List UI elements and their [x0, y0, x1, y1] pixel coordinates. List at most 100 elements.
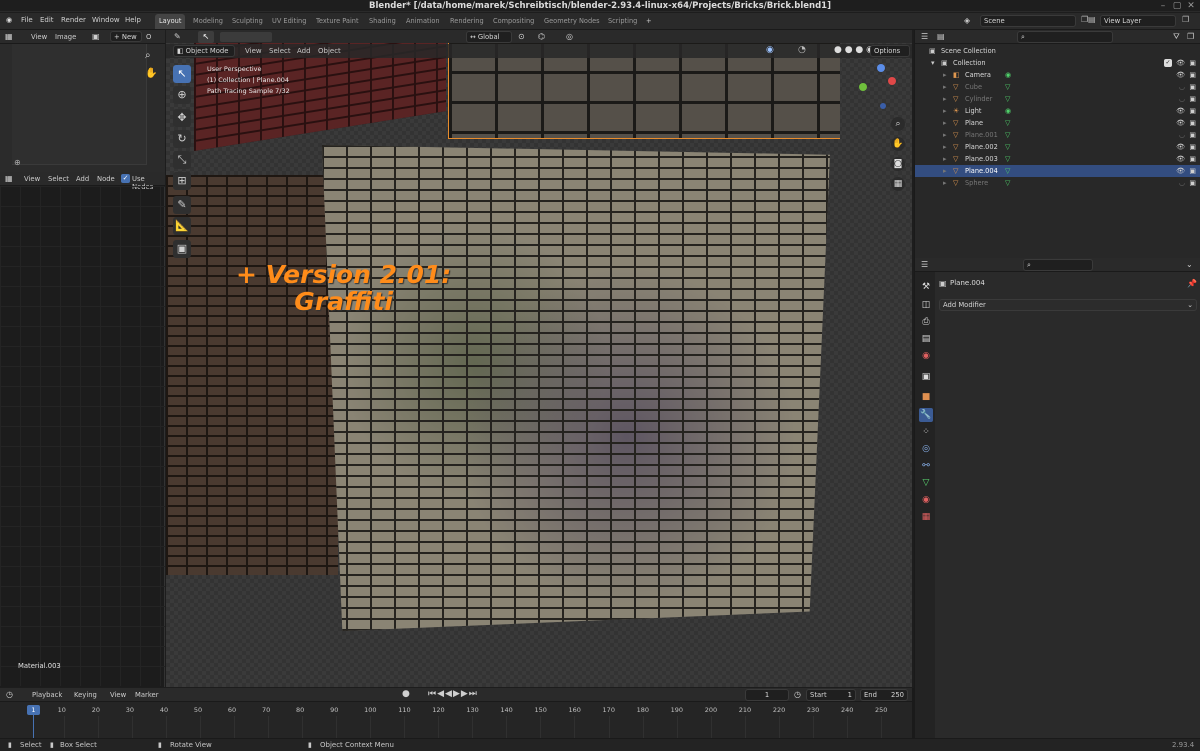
chevron-right-icon[interactable]: ▸	[943, 177, 947, 189]
render-tab-icon[interactable]: ◫	[919, 298, 933, 312]
select-box-icon[interactable]: ↖	[198, 31, 214, 43]
tab-compositing[interactable]: Compositing	[489, 14, 538, 29]
new-collection-icon[interactable]: ❐	[1187, 32, 1194, 41]
display-mode-icon[interactable]: ▤	[937, 32, 945, 41]
render-icon[interactable]: ▣	[1189, 129, 1196, 141]
axis-neg-z-icon[interactable]	[880, 103, 886, 109]
chevron-right-icon[interactable]: ▸	[943, 141, 947, 153]
view-layer-icon[interactable]: ▤	[1088, 15, 1096, 24]
editor-type-icon[interactable]: ☰	[921, 32, 928, 41]
menu-render[interactable]: Render	[61, 16, 86, 24]
navigation-gizmo[interactable]	[856, 63, 906, 113]
eye-closed-icon[interactable]: ◡	[1179, 93, 1185, 105]
data-tab-icon[interactable]: ▽	[919, 476, 933, 490]
timeline-menu-keying[interactable]: Keying	[74, 691, 97, 699]
eye-closed-icon[interactable]: ◡	[1179, 81, 1185, 93]
viewport-menu-object[interactable]: Object	[318, 47, 341, 55]
particles-tab-icon[interactable]: ⁘	[919, 425, 933, 439]
tab-scripting[interactable]: Scripting	[604, 14, 641, 29]
output-tab-icon[interactable]: ⎙	[919, 315, 933, 329]
blender-logo-icon[interactable]: ◉	[6, 16, 12, 24]
eye-closed-icon[interactable]: ◡	[1179, 177, 1185, 189]
tab-texture-paint[interactable]: Texture Paint	[312, 14, 363, 29]
zoom-icon[interactable]: ⌕	[145, 50, 151, 61]
image-menu-image[interactable]: Image	[55, 33, 76, 41]
render-icon[interactable]: ▣	[1189, 165, 1196, 177]
pin-icon[interactable]: 📌	[1187, 279, 1197, 288]
collection-checkbox[interactable]: ✓	[1164, 59, 1172, 67]
rotate-tool-icon[interactable]: ↻	[173, 130, 191, 148]
tab-shading[interactable]: Shading	[365, 14, 400, 29]
tab-uv-editing[interactable]: UV Editing	[268, 14, 310, 29]
render-icon[interactable]: ▣	[1189, 57, 1196, 69]
material-tab-icon[interactable]: ◉	[919, 493, 933, 507]
render-icon[interactable]: ▣	[1189, 141, 1196, 153]
move-tool-icon[interactable]: ✥	[173, 109, 191, 127]
select-mode-buttons[interactable]	[220, 32, 272, 42]
tab-modeling[interactable]: Modeling	[189, 14, 227, 29]
menu-file[interactable]: File	[21, 16, 33, 24]
timeline-menu-playback[interactable]: Playback	[32, 691, 62, 699]
add-cube-tool-icon[interactable]: ▣	[173, 240, 191, 258]
axis-x-icon[interactable]	[888, 77, 896, 85]
eye-icon[interactable]: 👁	[1176, 153, 1185, 165]
render-icon[interactable]: ▣	[1189, 69, 1196, 81]
open-image-button[interactable]: O	[146, 33, 151, 41]
eye-closed-icon[interactable]: ◡	[1179, 129, 1185, 141]
add-modifier-dropdown[interactable]: Add Modifier ⌄	[939, 299, 1197, 311]
outliner-collection[interactable]: ▾ ▣ Collection ✓ 👁 ▣	[915, 57, 1200, 69]
axis-z-icon[interactable]	[877, 64, 885, 72]
annotate-tool-icon[interactable]: ✎	[173, 196, 191, 214]
outliner-item-plane-004[interactable]: ▸ ▽ Plane.004 ▽ 👁 ▣	[915, 165, 1200, 177]
timeline-ruler[interactable]: 1102030405060708090100110120130140150160…	[0, 702, 912, 738]
eye-icon[interactable]: 👁	[1176, 69, 1185, 81]
measure-tool-icon[interactable]: 📐	[173, 217, 191, 235]
view-layer-tab-icon[interactable]: ▤	[919, 332, 933, 346]
chevron-right-icon[interactable]: ▸	[943, 165, 947, 177]
select-tool-icon[interactable]: ↖	[173, 65, 191, 83]
chevron-down-icon[interactable]: ▾	[931, 57, 935, 69]
editor-type-icon[interactable]: ☰	[921, 260, 928, 269]
viewport-menu-view[interactable]: View	[245, 47, 262, 55]
render-icon[interactable]: ▣	[1189, 153, 1196, 165]
add-workspace-button[interactable]: +	[642, 14, 656, 29]
chevron-right-icon[interactable]: ▸	[943, 129, 947, 141]
options-dropdown[interactable]: Options	[870, 45, 910, 57]
graffiti-brick-wall[interactable]	[322, 145, 830, 631]
outliner-item-plane-003[interactable]: ▸ ▽ Plane.003 ▽ 👁 ▣	[915, 153, 1200, 165]
3d-viewport[interactable]: User Perspective (1) Collection | Plane.…	[166, 43, 912, 687]
scene-icon[interactable]: ◈	[964, 16, 970, 25]
editor-type-icon[interactable]: ▦	[5, 32, 13, 41]
outliner-search-input[interactable]: ⌕	[1017, 31, 1113, 43]
node-canvas[interactable]	[0, 186, 165, 686]
camera-view-icon[interactable]: ◙	[891, 157, 905, 171]
outliner-scene-collection[interactable]: ▣ Scene Collection	[915, 45, 1200, 57]
maximize-icon[interactable]: ▢	[1172, 1, 1182, 11]
clock-icon[interactable]: ◷	[794, 690, 801, 699]
outliner-item-sphere[interactable]: ▸ ▽ Sphere ▽ ◡ ▣	[915, 177, 1200, 189]
node-menu-node[interactable]: Node	[97, 175, 115, 183]
snap-icon[interactable]: ⌬	[538, 32, 545, 41]
cursor-tool-icon[interactable]: ⊕	[173, 86, 191, 104]
proportional-edit-icon[interactable]: ◎	[566, 32, 573, 41]
eye-icon[interactable]: 👁	[1176, 57, 1185, 69]
axis-y-icon[interactable]	[859, 83, 867, 91]
shading-modes-icon[interactable]: ● ● ● ◉	[834, 45, 874, 55]
view-layer-field[interactable]: View Layer	[1100, 15, 1176, 27]
eye-icon[interactable]: 👁	[1176, 105, 1185, 117]
image-browse-icon[interactable]: ▣	[92, 32, 100, 41]
current-frame-field[interactable]: 1	[745, 689, 789, 701]
chevron-right-icon[interactable]: ▸	[943, 105, 947, 117]
scene-tab-icon[interactable]: ◉	[919, 349, 933, 363]
editor-type-icon[interactable]: ◷	[6, 690, 13, 699]
outliner-item-plane-001[interactable]: ▸ ▽ Plane.001 ▽ ◡ ▣	[915, 129, 1200, 141]
eye-icon[interactable]: 👁	[1176, 165, 1185, 177]
scene-field[interactable]: Scene	[980, 15, 1076, 27]
node-menu-view[interactable]: View	[24, 175, 40, 183]
editor-type-icon[interactable]: ▦	[5, 174, 13, 183]
viewport-menu-select[interactable]: Select	[269, 47, 291, 55]
object-tab-icon[interactable]: ■	[919, 390, 933, 404]
editor-type-icon[interactable]: ✎	[174, 32, 181, 41]
chevron-right-icon[interactable]: ▸	[943, 93, 947, 105]
texture-tab-icon[interactable]: ▦	[919, 510, 933, 524]
